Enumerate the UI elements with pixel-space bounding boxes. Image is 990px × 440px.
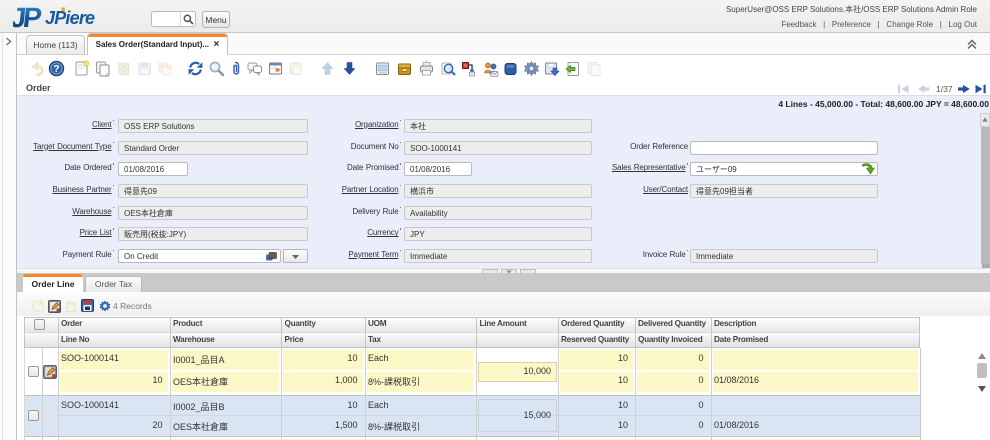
svg-text:?: ?	[53, 63, 59, 75]
svg-text:1/37: 1/37	[936, 84, 953, 94]
